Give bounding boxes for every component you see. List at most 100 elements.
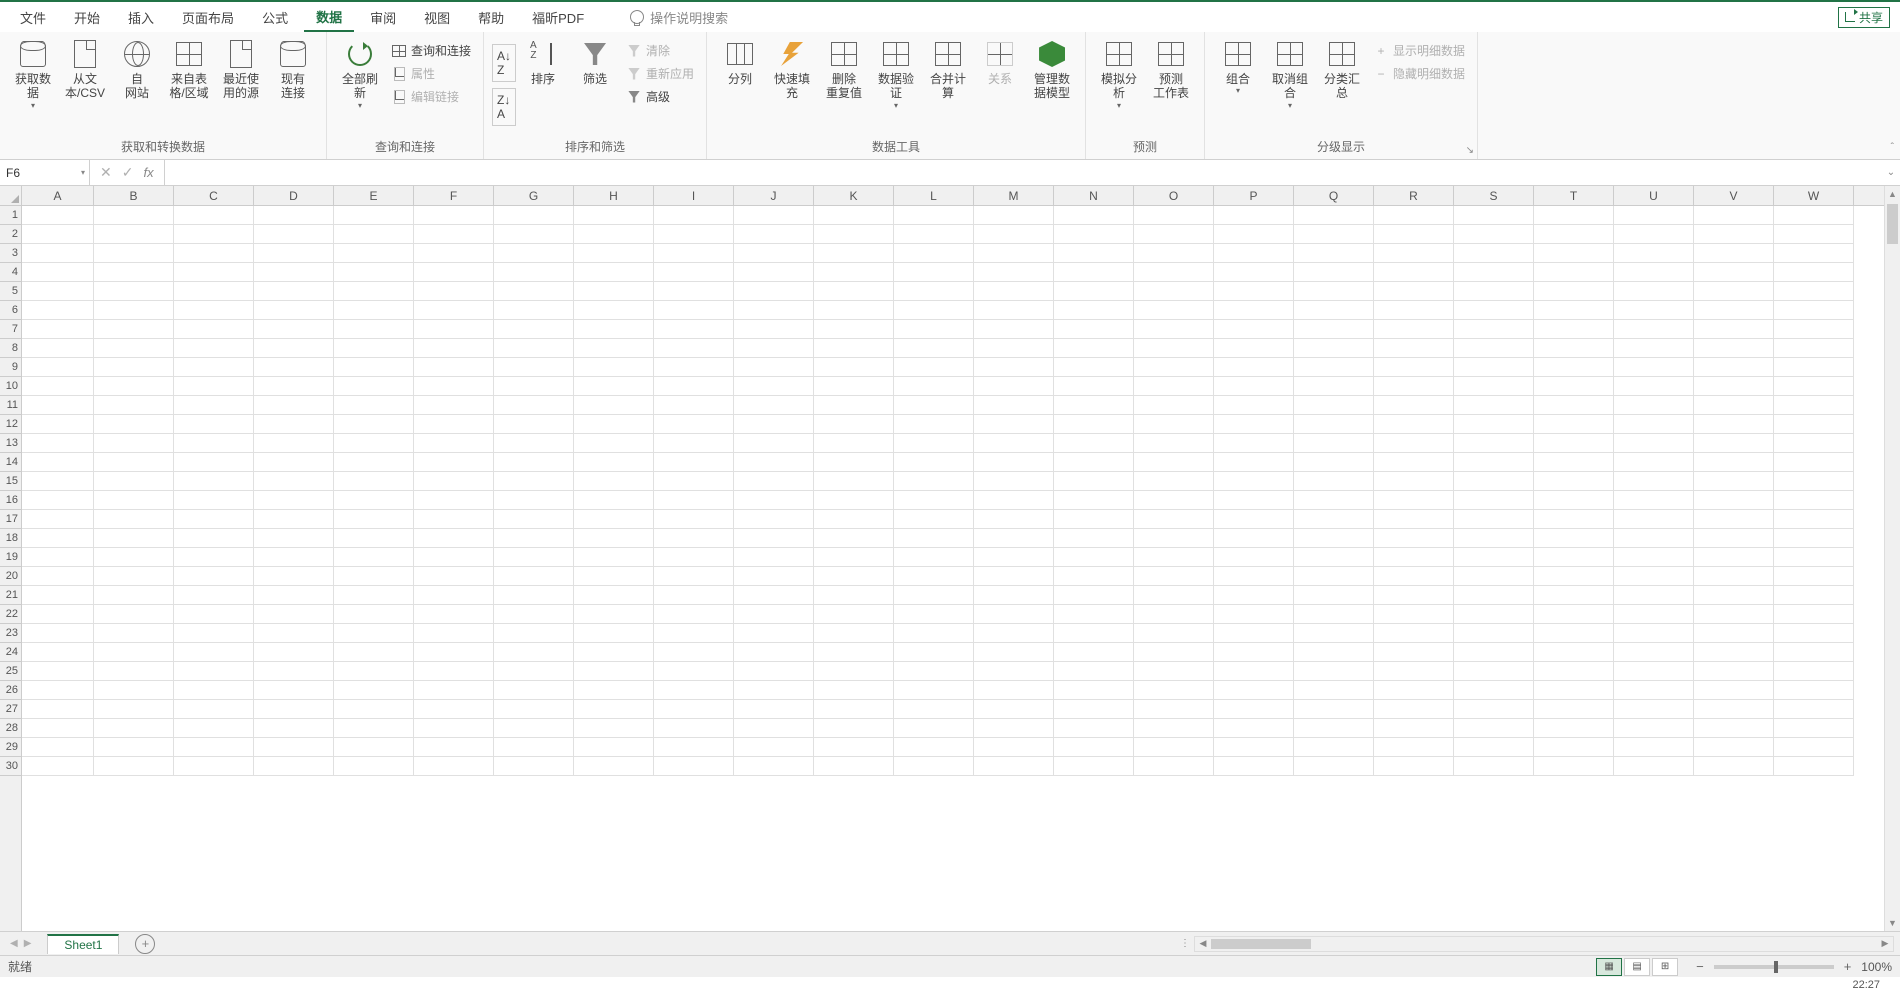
cell[interactable] bbox=[1694, 529, 1774, 548]
cell[interactable] bbox=[814, 453, 894, 472]
cell[interactable] bbox=[334, 548, 414, 567]
cell[interactable] bbox=[1054, 757, 1134, 776]
cell[interactable] bbox=[22, 700, 94, 719]
cell[interactable] bbox=[22, 738, 94, 757]
cell[interactable] bbox=[1534, 548, 1614, 567]
cell[interactable] bbox=[174, 757, 254, 776]
row-header[interactable]: 8 bbox=[0, 339, 21, 358]
cell[interactable] bbox=[1214, 453, 1294, 472]
cell[interactable] bbox=[494, 377, 574, 396]
cell[interactable] bbox=[734, 757, 814, 776]
cell[interactable] bbox=[174, 700, 254, 719]
cell[interactable] bbox=[254, 510, 334, 529]
cell[interactable] bbox=[174, 339, 254, 358]
row-header[interactable]: 13 bbox=[0, 434, 21, 453]
cell[interactable] bbox=[814, 434, 894, 453]
cell[interactable] bbox=[734, 206, 814, 225]
cell[interactable] bbox=[1134, 320, 1214, 339]
column-header[interactable]: P bbox=[1214, 186, 1294, 205]
cell[interactable] bbox=[494, 339, 574, 358]
cell[interactable] bbox=[1214, 434, 1294, 453]
sort-button[interactable]: 排序 bbox=[518, 36, 568, 88]
cell[interactable] bbox=[974, 529, 1054, 548]
cell[interactable] bbox=[1614, 586, 1694, 605]
cell[interactable] bbox=[1374, 700, 1454, 719]
cell[interactable] bbox=[1134, 415, 1214, 434]
cell[interactable] bbox=[1214, 320, 1294, 339]
cell[interactable] bbox=[654, 206, 734, 225]
cell[interactable] bbox=[1534, 567, 1614, 586]
cell[interactable] bbox=[734, 244, 814, 263]
cell[interactable] bbox=[94, 605, 174, 624]
tab-insert[interactable]: 插入 bbox=[116, 4, 166, 31]
cell[interactable] bbox=[1294, 339, 1374, 358]
cell[interactable] bbox=[1454, 605, 1534, 624]
cell[interactable] bbox=[1054, 719, 1134, 738]
cell[interactable] bbox=[574, 339, 654, 358]
cell[interactable] bbox=[1774, 472, 1854, 491]
cell[interactable] bbox=[974, 320, 1054, 339]
cell[interactable] bbox=[1214, 396, 1294, 415]
cell[interactable] bbox=[1694, 339, 1774, 358]
cell[interactable] bbox=[1134, 206, 1214, 225]
cell[interactable] bbox=[94, 643, 174, 662]
cell[interactable] bbox=[1374, 206, 1454, 225]
cell[interactable] bbox=[734, 415, 814, 434]
cell[interactable] bbox=[1054, 567, 1134, 586]
cell[interactable] bbox=[174, 301, 254, 320]
cell[interactable] bbox=[254, 529, 334, 548]
cell[interactable] bbox=[734, 472, 814, 491]
cell[interactable] bbox=[574, 605, 654, 624]
cell[interactable] bbox=[1374, 377, 1454, 396]
cell[interactable] bbox=[974, 662, 1054, 681]
cell[interactable] bbox=[654, 738, 734, 757]
cell[interactable] bbox=[654, 415, 734, 434]
cell[interactable] bbox=[1614, 263, 1694, 282]
cell[interactable] bbox=[414, 225, 494, 244]
relationships-button[interactable]: 关系 bbox=[975, 36, 1025, 88]
cell[interactable] bbox=[1454, 643, 1534, 662]
consolidate-button[interactable]: 合并计算 bbox=[923, 36, 973, 103]
cell[interactable] bbox=[1134, 662, 1214, 681]
cell[interactable] bbox=[894, 206, 974, 225]
cell[interactable] bbox=[1534, 434, 1614, 453]
cell[interactable] bbox=[974, 339, 1054, 358]
cell[interactable] bbox=[1534, 358, 1614, 377]
scroll-right-button[interactable]: ▶ bbox=[1877, 938, 1893, 949]
cell[interactable] bbox=[1294, 377, 1374, 396]
cell[interactable] bbox=[734, 624, 814, 643]
cell[interactable] bbox=[494, 358, 574, 377]
cell[interactable] bbox=[1694, 491, 1774, 510]
cell[interactable] bbox=[1294, 548, 1374, 567]
column-header[interactable]: I bbox=[654, 186, 734, 205]
cell[interactable] bbox=[974, 643, 1054, 662]
cell[interactable] bbox=[1294, 244, 1374, 263]
cell[interactable] bbox=[22, 339, 94, 358]
cell[interactable] bbox=[94, 738, 174, 757]
cell[interactable] bbox=[1054, 282, 1134, 301]
scroll-up-button[interactable]: ▲ bbox=[1885, 186, 1900, 202]
cell[interactable] bbox=[334, 244, 414, 263]
cell[interactable] bbox=[574, 434, 654, 453]
cell[interactable] bbox=[1454, 681, 1534, 700]
cell[interactable] bbox=[174, 206, 254, 225]
cell[interactable] bbox=[174, 282, 254, 301]
cell[interactable] bbox=[494, 282, 574, 301]
cell[interactable] bbox=[1294, 396, 1374, 415]
cell[interactable] bbox=[734, 510, 814, 529]
ungroup-button[interactable]: 取消组合▾ bbox=[1265, 36, 1315, 112]
cell[interactable] bbox=[814, 681, 894, 700]
cell[interactable] bbox=[254, 206, 334, 225]
row-header[interactable]: 5 bbox=[0, 282, 21, 301]
cell[interactable] bbox=[1614, 358, 1694, 377]
cell[interactable] bbox=[814, 662, 894, 681]
cell[interactable] bbox=[1214, 491, 1294, 510]
cell[interactable] bbox=[1614, 681, 1694, 700]
cell[interactable] bbox=[1774, 586, 1854, 605]
cell[interactable] bbox=[1774, 548, 1854, 567]
cell[interactable] bbox=[974, 719, 1054, 738]
cell[interactable] bbox=[1214, 301, 1294, 320]
cell[interactable] bbox=[254, 662, 334, 681]
cell[interactable] bbox=[1214, 472, 1294, 491]
cell[interactable] bbox=[654, 700, 734, 719]
